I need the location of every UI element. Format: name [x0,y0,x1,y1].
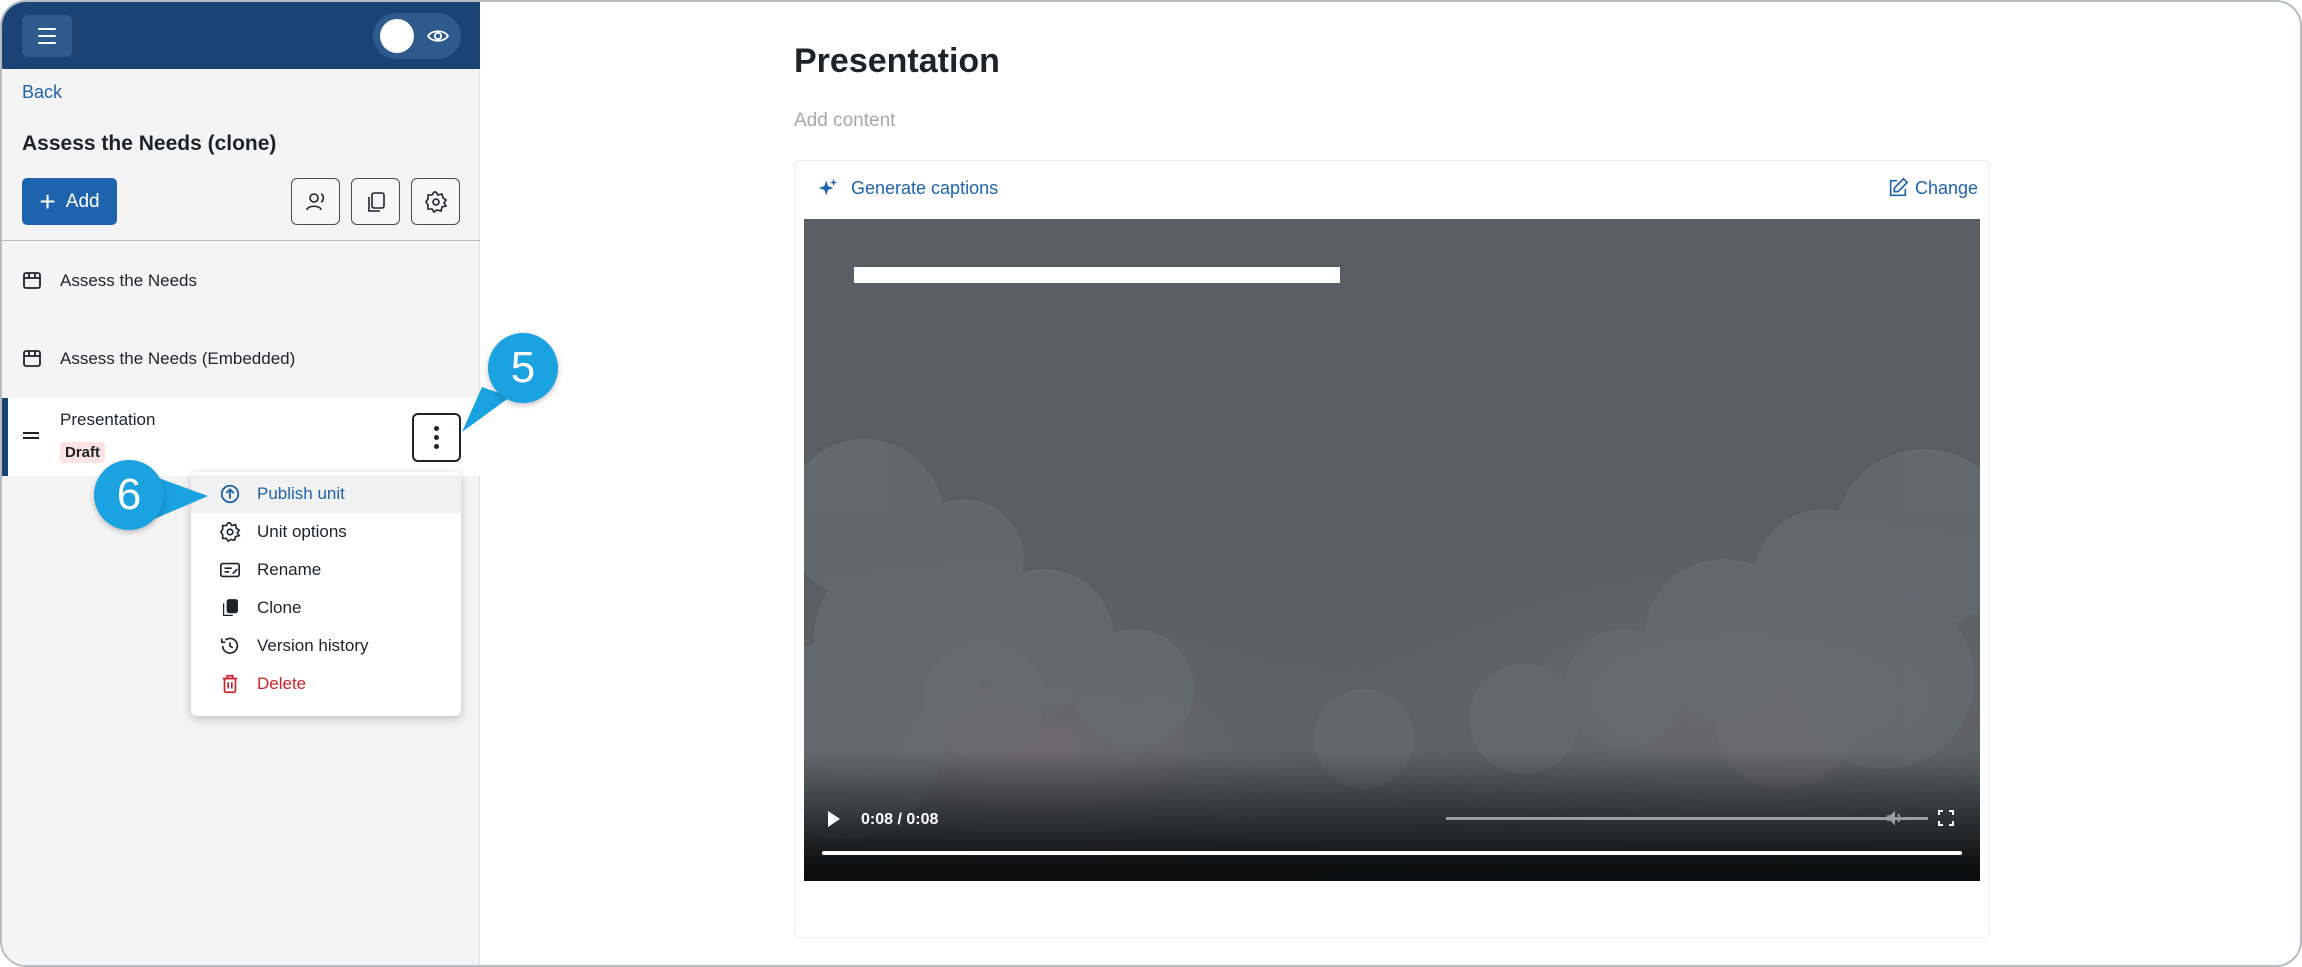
course-title: Assess the Needs (clone) [22,132,277,155]
rename-icon [220,562,240,578]
settings-button[interactable] [411,178,460,225]
callout-6: 6 [94,460,164,530]
menu-item-rename[interactable]: Rename [191,551,461,589]
video-player[interactable]: 0:08 / 0:08 [804,219,1980,881]
hamburger-menu-button[interactable] [22,15,72,57]
copy-icon [367,191,385,212]
unit-context-menu: Publish unit Unit options Rename Clone V… [191,472,461,716]
users-button[interactable] [291,178,340,225]
active-unit-item[interactable]: Presentation Draft [2,398,480,476]
generate-captions-button[interactable]: Generate captions [817,177,998,199]
preview-toggle[interactable] [373,13,461,59]
video-controls-overlay [804,751,1980,881]
back-link[interactable]: Back [22,82,62,103]
change-button[interactable]: Change [1887,177,1978,199]
copy-button[interactable] [351,178,400,225]
add-button-label: Add [65,190,100,212]
unit-item[interactable]: Assess the Needs (Embedded) [2,328,480,390]
menu-item-version-history[interactable]: Version history [191,627,461,665]
play-icon[interactable] [828,811,840,827]
video-time: 0:08 / 0:08 [861,811,939,828]
menu-item-publish-unit[interactable]: Publish unit [191,475,461,513]
unit-label: Assess the Needs (Embedded) [60,349,296,368]
add-content-placeholder[interactable]: Add content [794,110,895,132]
volume-icon[interactable] [1884,807,1906,829]
clone-icon [222,599,238,616]
menu-item-label: Clone [257,598,302,617]
video-progress-bar[interactable] [822,851,1962,855]
menu-item-clone[interactable]: Clone [191,589,461,627]
trash-icon [222,674,238,694]
plus-icon: + [39,185,56,217]
sparkle-icon [818,178,838,196]
drag-handle-icon[interactable] [23,432,39,442]
unit-label: Assess the Needs [60,271,198,290]
edit-icon [1889,177,1909,197]
page-title: Presentation [794,42,1000,80]
callout-5: 5 [488,333,558,403]
generate-captions-label: Generate captions [851,177,999,198]
change-label: Change [1915,177,1979,198]
status-badge: Draft [60,442,106,463]
history-icon [220,637,239,654]
unit-item[interactable]: Assess the Needs [2,250,480,312]
menu-item-label: Version history [257,636,369,655]
menu-item-label: Unit options [257,522,347,541]
toggle-knob [380,19,414,53]
unit-icon [23,350,41,367]
gear-icon [424,190,447,213]
eye-icon [427,30,449,42]
publish-icon [220,484,240,504]
menu-item-label: Publish unit [257,484,345,503]
unit-icon [23,272,41,289]
gear-icon [219,522,241,543]
menu-item-label: Delete [257,674,307,693]
sidebar-divider [2,240,480,241]
menu-item-delete[interactable]: Delete [191,665,461,703]
sidebar-topbar [2,2,480,69]
app-window: Back Assess the Needs (clone) + Add Asse… [0,0,2302,967]
users-icon [305,192,324,210]
fullscreen-icon[interactable] [1938,810,1954,826]
slide-title-bar [854,267,1340,283]
volume-slider[interactable] [1446,817,1928,820]
menu-item-unit-options[interactable]: Unit options [191,513,461,551]
menu-item-label: Rename [257,560,322,579]
sidebar: Back Assess the Needs (clone) + Add Asse… [2,2,480,965]
active-unit-label: Presentation [60,410,156,429]
add-button[interactable]: + Add [22,178,117,225]
